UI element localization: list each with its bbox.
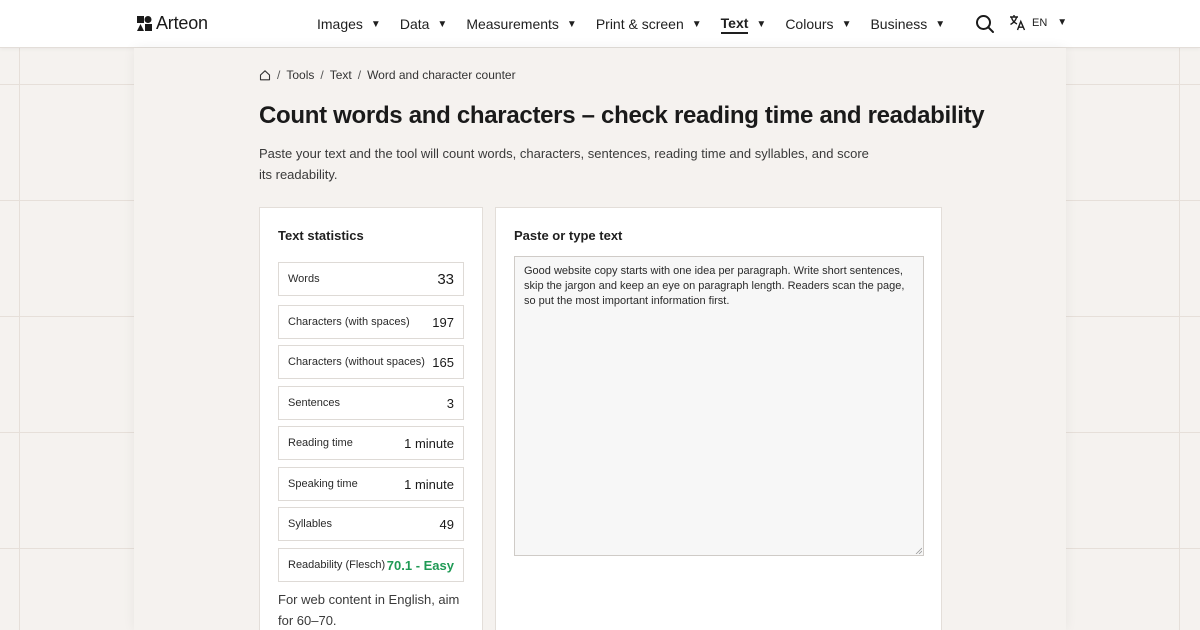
stat-row-readability: Readability (Flesch) 70.1 - Easy (278, 548, 464, 582)
stat-value: 1 minute (404, 476, 454, 492)
stat-row-words: Words 33 (278, 262, 464, 296)
home-icon[interactable] (259, 69, 271, 81)
nav-item-label: Business (870, 16, 928, 32)
stat-row-syllables: Syllables 49 (278, 507, 464, 541)
nav-item-print-screen[interactable]: Print & screen ▼ (596, 16, 702, 32)
main-content: / Tools / Text / Word and character coun… (134, 48, 1066, 630)
caret-down-icon: ▼ (841, 18, 852, 30)
nav-item-label: Measurements (466, 16, 559, 32)
stat-value: 3 (446, 395, 454, 411)
stat-row-speaking-time: Speaking time 1 minute (278, 467, 464, 501)
readability-note: For web content in English, aim for 60–7… (278, 592, 460, 628)
text-input-value: Good website copy starts with one idea p… (524, 265, 905, 307)
caret-down-icon: ▼ (566, 18, 577, 30)
breadcrumb: / Tools / Text / Word and character coun… (259, 68, 516, 82)
nav-item-text[interactable]: Text ▼ (720, 15, 767, 34)
breadcrumb-separator: / (277, 68, 281, 82)
brand-logo[interactable]: Arteon (137, 13, 208, 34)
nav-item-images[interactable]: Images ▼ (317, 16, 381, 32)
nav-item-data[interactable]: Data ▼ (400, 16, 447, 32)
breadcrumb-separator: / (320, 68, 324, 82)
language-selector[interactable]: EN ▼ (1009, 14, 1067, 31)
statistics-title: Text statistics (278, 228, 364, 243)
caret-down-icon: ▼ (1057, 17, 1068, 28)
nav-item-colours[interactable]: Colours ▼ (785, 16, 851, 32)
page-intro: Paste your text and the tool will count … (259, 146, 869, 182)
stat-label: Syllables (288, 518, 333, 530)
stat-value: 49 (439, 516, 454, 532)
resize-handle-icon[interactable] (915, 547, 922, 554)
main-menu: Images ▼ Data ▼ Measurements ▼ Print & s… (317, 0, 964, 48)
stat-value: 33 (437, 270, 454, 288)
stat-value: 197 (432, 314, 454, 330)
nav-item-label: Data (399, 16, 430, 32)
stat-value: 165 (432, 354, 454, 370)
brand-name: Arteon (156, 13, 208, 33)
nav-item-measurements[interactable]: Measurements ▼ (466, 16, 577, 32)
caret-down-icon: ▼ (756, 18, 767, 30)
translate-icon (1010, 15, 1026, 31)
nav-item-business[interactable]: Business ▼ (870, 16, 945, 32)
language-label: EN (1032, 16, 1048, 29)
stat-value: 1 minute (404, 435, 454, 451)
nav-item-label: Images (317, 16, 363, 32)
caret-down-icon: ▼ (370, 18, 381, 30)
text-input-panel: Paste or type text Good website copy sta… (495, 207, 942, 630)
stat-row-reading-time: Reading time 1 minute (278, 426, 464, 460)
stat-row-characters-without-spaces: Characters (without spaces) 165 (278, 345, 464, 379)
stat-label: Speaking time (288, 478, 358, 490)
text-statistics-panel: Text statistics Words 33 Characters (wit… (259, 207, 483, 630)
stat-label: Words (288, 273, 320, 285)
input-label: Paste or type text (514, 228, 623, 243)
stat-row-sentences: Sentences 3 (278, 386, 464, 420)
breadcrumb-tools[interactable]: Tools (286, 68, 314, 82)
caret-down-icon: ▼ (935, 18, 946, 30)
stat-label: Readability (Flesch) (288, 559, 386, 571)
readability-score: 70.1 - Easy (386, 557, 454, 573)
nav-item-label: Colours (785, 16, 834, 32)
top-navigation: Arteon Images ▼ Data ▼ Measurements ▼ Pr… (0, 0, 1200, 48)
page-title: Count words and characters – check readi… (259, 102, 985, 129)
stat-label: Sentences (288, 397, 340, 409)
nav-item-label: Text (720, 15, 749, 34)
caret-down-icon: ▼ (437, 18, 448, 30)
stat-label: Characters (with spaces) (288, 316, 410, 328)
nav-item-label: Print & screen (595, 16, 684, 32)
logo-mark-icon (137, 16, 152, 31)
breadcrumb-current: Word and character counter (367, 68, 516, 82)
breadcrumb-text[interactable]: Text (330, 68, 352, 82)
text-input[interactable]: Good website copy starts with one idea p… (514, 256, 924, 556)
stat-label: Characters (without spaces) (288, 356, 425, 368)
search-icon (976, 15, 994, 33)
caret-down-icon: ▼ (691, 18, 702, 30)
stat-label: Reading time (288, 437, 353, 449)
search-button[interactable] (975, 14, 995, 34)
stat-row-characters-with-spaces: Characters (with spaces) 197 (278, 305, 464, 339)
breadcrumb-separator: / (357, 68, 362, 82)
